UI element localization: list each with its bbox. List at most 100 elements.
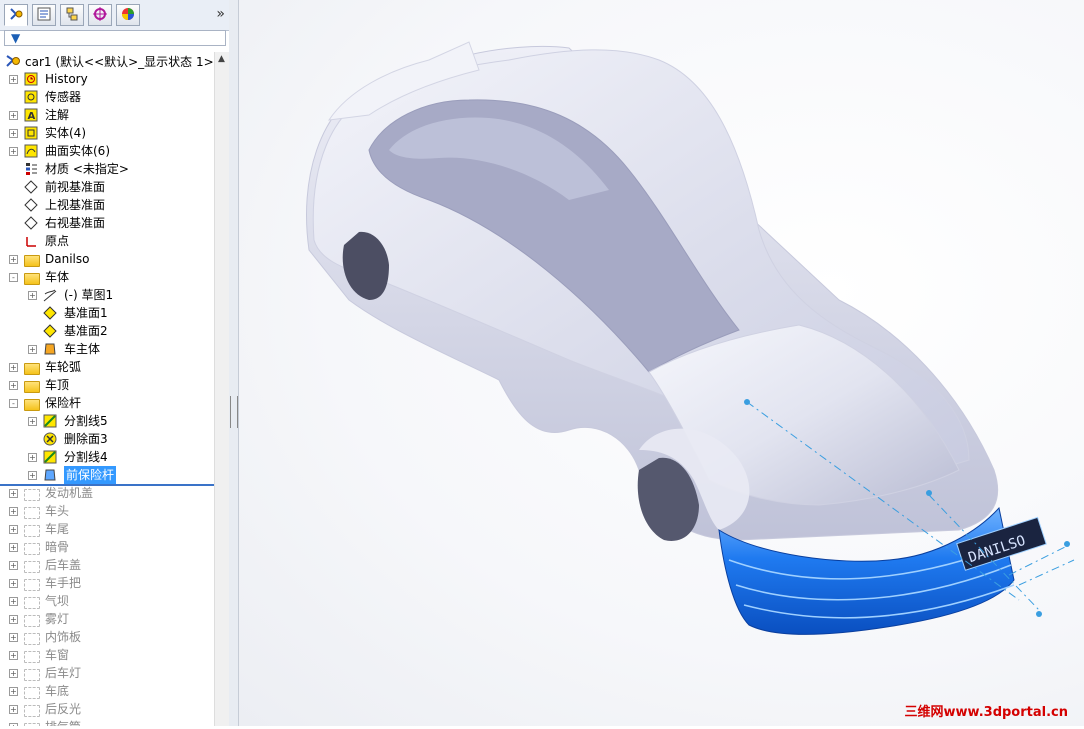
tree-item[interactable]: + 曲面实体(6) [0,142,214,160]
construction-point[interactable] [926,490,932,496]
collapse-icon[interactable]: - [9,399,18,408]
tree-item-label: 车主体 [64,342,101,356]
tree-item[interactable]: + 后反光 [0,700,214,718]
expand-icon[interactable]: + [9,651,18,660]
tree-item[interactable]: 前视基准面 [0,178,214,196]
expand-icon[interactable]: + [9,147,18,156]
tree-item[interactable]: + 后车盖 [0,556,214,574]
display-manager-tab[interactable] [116,4,140,26]
construction-point[interactable] [1064,541,1070,547]
tree-item-label: 车顶 [45,378,70,392]
tree-item-label: 雾灯 [45,612,70,626]
panel-splitter[interactable] [229,0,239,726]
tree-item[interactable]: 传感器 [0,88,214,106]
tree-item-label: (-) 草图1 [64,288,114,302]
tree-item[interactable]: + 车头 [0,502,214,520]
expand-icon[interactable]: + [9,255,18,264]
tree-item[interactable]: + 内饰板 [0,628,214,646]
expand-icon[interactable]: + [9,129,18,138]
folder-icon [24,255,40,267]
expand-icon[interactable]: + [28,345,37,354]
propertymanager-tab[interactable] [32,4,56,26]
ref-plane-icon [43,306,57,320]
tree-filter[interactable]: ▼ [4,30,226,46]
configurationmanager-tab[interactable] [60,4,84,26]
more-tabs-button[interactable]: » [216,6,225,22]
expand-icon[interactable]: + [9,687,18,696]
expand-icon[interactable]: + [9,363,18,372]
rollback-bar[interactable] [0,484,214,486]
tree-item[interactable]: + 暗骨 [0,538,214,556]
tree-item[interactable]: + 分割线4 [0,448,214,466]
expand-icon[interactable]: + [9,507,18,516]
tree-item[interactable]: + 后车灯 [0,664,214,682]
folder-icon [24,399,40,411]
tree-item[interactable]: - 车体 [0,268,214,286]
expand-icon[interactable]: + [9,543,18,552]
scroll-up-arrow-icon[interactable]: ▲ [218,54,225,64]
expand-icon[interactable]: + [9,579,18,588]
feature-manager-panel: » ▼ car1 (默认<<默认>_显示状态 1>) + History 传感器 + A… [0,0,230,726]
expand-icon[interactable]: + [9,525,18,534]
tree-item[interactable]: 原点 [0,232,214,250]
expand-icon[interactable]: + [28,471,37,480]
tree-item[interactable]: 删除面3 [0,430,214,448]
collapse-icon[interactable]: - [9,273,18,282]
root-label: car1 (默认<<默认>_显示状态 1>) [25,55,219,69]
expand-icon[interactable]: + [28,291,37,300]
tree-item[interactable]: 右视基准面 [0,214,214,232]
construction-point[interactable] [1036,611,1042,617]
featuremanager-tab[interactable] [4,4,28,26]
expand-icon[interactable]: + [28,453,37,462]
expand-icon[interactable]: + [9,615,18,624]
feature-tree-icon [8,6,24,25]
tree-item[interactable]: + History [0,70,214,88]
expand-icon[interactable]: + [9,561,18,570]
dimxpert-tab[interactable] [88,4,112,26]
loft-icon [43,342,57,356]
car-model[interactable]: DANILSO [239,0,1084,726]
tree-item[interactable]: + 车底 [0,682,214,700]
svg-text:A: A [28,111,36,122]
tree-item[interactable]: 上视基准面 [0,196,214,214]
expand-icon[interactable]: + [28,417,37,426]
tree-item[interactable]: + 车轮弧 [0,358,214,376]
graphics-area[interactable]: DANILSO 三维网www.3dportal.cn [239,0,1084,726]
tree-item[interactable]: + 分割线5 [0,412,214,430]
tree-item[interactable]: + 实体(4) [0,124,214,142]
tree-item[interactable]: 基准面1 [0,304,214,322]
expand-icon[interactable]: + [9,597,18,606]
vertical-scrollbar[interactable]: ▲ [214,52,229,726]
tree-item[interactable]: + (-) 草图1 [0,286,214,304]
tree-item[interactable]: + 车主体 [0,340,214,358]
expand-icon[interactable]: + [9,633,18,642]
expand-icon[interactable]: + [9,381,18,390]
tree-item[interactable]: + 雾灯 [0,610,214,628]
tree-item[interactable]: + 车手把 [0,574,214,592]
tree-item[interactable]: + 车顶 [0,376,214,394]
tree-item-label: History [45,72,88,86]
tree-root[interactable]: car1 (默认<<默认>_显示状态 1>) [0,52,229,70]
expand-icon[interactable]: + [9,705,18,714]
tree-item[interactable]: 基准面2 [0,322,214,340]
tree-item[interactable]: - 保险杆 [0,394,214,412]
expand-icon[interactable]: + [9,489,18,498]
splitter-grip[interactable] [230,396,238,428]
origin-icon [24,234,38,248]
tree-item[interactable]: + Danilso [0,250,214,268]
tree-item[interactable]: + 车尾 [0,520,214,538]
expand-icon[interactable]: + [9,669,18,678]
tree-item[interactable]: + 车窗 [0,646,214,664]
tree-item[interactable]: + 发动机盖 [0,484,214,502]
tree-item-label: 车头 [45,504,70,518]
expand-icon[interactable]: + [9,75,18,84]
tree-item[interactable]: + 气坝 [0,592,214,610]
construction-point[interactable] [744,399,750,405]
expand-icon[interactable]: + [9,111,18,120]
tree-item[interactable]: 材质 <未指定> [0,160,214,178]
folder-icon [24,579,40,591]
tree-item[interactable]: + A 注解 [0,106,214,124]
tree-item[interactable]: +排气筒 [0,718,214,726]
ref-plane-icon [43,324,57,338]
tree-item[interactable]: + 前保险杆 [0,466,214,484]
